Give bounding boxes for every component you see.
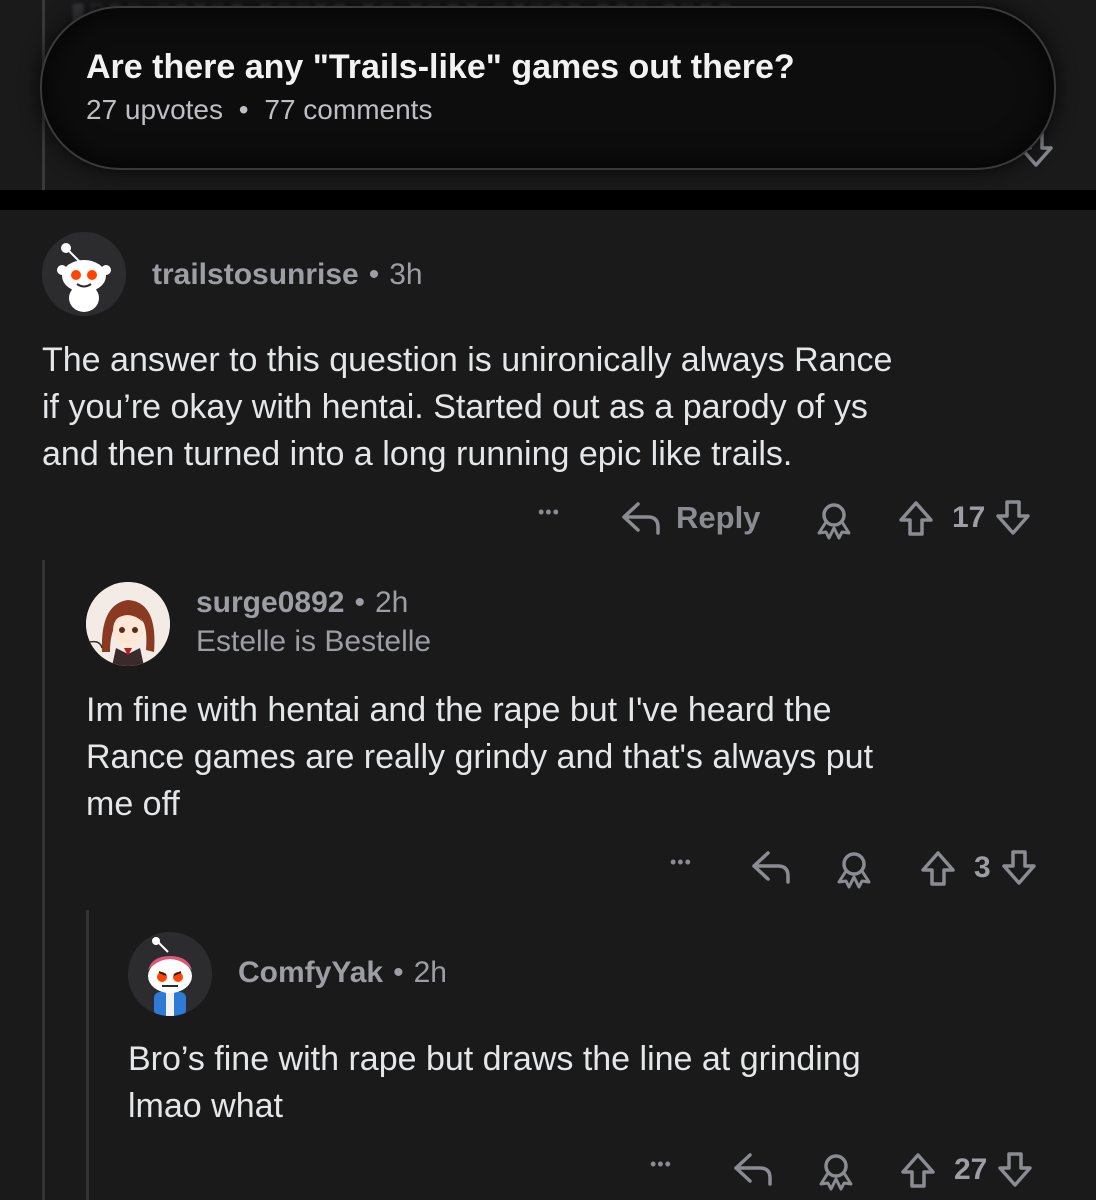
section-separator: [0, 190, 1096, 210]
comment-header: ComfyYak • 2h: [238, 956, 447, 990]
vote-score: 3: [974, 851, 991, 884]
comment-body: The answer to this question is unironica…: [42, 337, 892, 478]
meta-separator: •: [368, 258, 380, 291]
comment-body: Im fine with hentai and the rape but I'v…: [86, 687, 873, 828]
avatar[interactable]: [86, 582, 170, 666]
comment-line: Bro’s fine with rape but draws the line …: [128, 1040, 861, 1078]
comment-header: trailstosunrise • 3h: [152, 258, 423, 292]
award-icon: [837, 852, 871, 889]
meta-separator: •: [354, 586, 365, 619]
username[interactable]: ComfyYak: [238, 956, 383, 989]
snoo-avatar-icon: [42, 232, 126, 316]
award-button[interactable]: [816, 1151, 856, 1191]
thread-line[interactable]: [86, 910, 89, 1200]
post-meta: 27 upvotes • 77 comments: [86, 94, 432, 126]
reply-arrow-icon: [734, 1153, 772, 1186]
comment-line: me off: [86, 785, 180, 823]
username[interactable]: trailstosunrise: [152, 258, 359, 291]
upvote-arrow-icon[interactable]: [896, 498, 936, 538]
snoo-avatar-icon: [128, 932, 212, 1016]
comment-line: The answer to this question is unironica…: [42, 341, 893, 379]
more-options-icon[interactable]: •••: [670, 852, 692, 873]
more-options-icon[interactable]: •••: [650, 1154, 672, 1175]
user-flair: Estelle is Bestelle: [196, 625, 432, 658]
username[interactable]: surge0892: [196, 586, 344, 619]
comment-header: surge0892 • 2h: [196, 586, 408, 620]
timestamp: 2h: [413, 956, 447, 989]
more-options-glyph: •••: [538, 502, 560, 522]
reply-button[interactable]: Reply: [620, 499, 760, 537]
upvote-arrow-icon[interactable]: [918, 848, 958, 888]
post-title[interactable]: Are there any "Trails-like" games out th…: [86, 48, 795, 87]
downvote-arrow-icon[interactable]: [999, 848, 1039, 888]
award-button[interactable]: [834, 849, 874, 889]
meta-separator: •: [238, 94, 249, 125]
more-options-glyph: •••: [670, 852, 692, 872]
more-options-icon[interactable]: •••: [538, 502, 560, 523]
post-title-pill[interactable]: Are there any "Trails-like" games out th…: [40, 6, 1056, 170]
comment-line: Im fine with hentai and the rape but I'v…: [86, 691, 832, 729]
comment-line: and then turned into a long running epic…: [42, 435, 793, 473]
reply-arrow-icon: [622, 502, 660, 535]
comment-line: lmao what: [128, 1087, 283, 1125]
avatar[interactable]: [42, 232, 126, 316]
reply-button[interactable]: [750, 848, 792, 886]
downvote-arrow-icon[interactable]: [995, 1150, 1035, 1190]
reply-label: Reply: [676, 500, 761, 535]
award-icon: [817, 503, 851, 540]
award-button[interactable]: [814, 500, 854, 540]
vote-controls: 3: [918, 848, 1039, 888]
vote-controls: 17: [896, 498, 1033, 538]
more-options-glyph: •••: [650, 1154, 672, 1174]
reply-button[interactable]: [732, 1150, 774, 1188]
comment-line: if you’re okay with hentai. Started out …: [42, 388, 868, 426]
anime-avatar-icon: [86, 582, 170, 666]
meta-separator: •: [393, 956, 404, 989]
downvote-arrow-icon[interactable]: [993, 498, 1033, 538]
post-header-area: ▮▯▮▯ ▯▮▮▯▮ ▮▯▯▮▮ ▮▯ ▮▯▮▮ ▯▮▯▮▮ ▮▮▯ ▮▯▮▮ …: [0, 0, 1096, 190]
timestamp: 2h: [374, 586, 409, 619]
vote-score: 27: [954, 1153, 988, 1186]
avatar[interactable]: [128, 932, 212, 1016]
comment-count: 77 comments: [264, 94, 433, 125]
comment-body: Bro’s fine with rape but draws the line …: [128, 1036, 861, 1130]
vote-score: 17: [952, 501, 986, 534]
thread-line[interactable]: [42, 560, 45, 1200]
timestamp: 3h: [389, 258, 423, 291]
reply-arrow-icon: [752, 851, 790, 884]
comment-line: Rance games are really grindy and that's…: [86, 738, 874, 776]
comment-section: trailstosunrise • 3h The answer to this qu…: [0, 210, 1096, 1200]
vote-controls: 27: [898, 1150, 1035, 1190]
upvote-arrow-icon[interactable]: [898, 1150, 938, 1190]
upvote-count: 27 upvotes: [86, 94, 223, 125]
award-icon: [819, 1154, 853, 1191]
